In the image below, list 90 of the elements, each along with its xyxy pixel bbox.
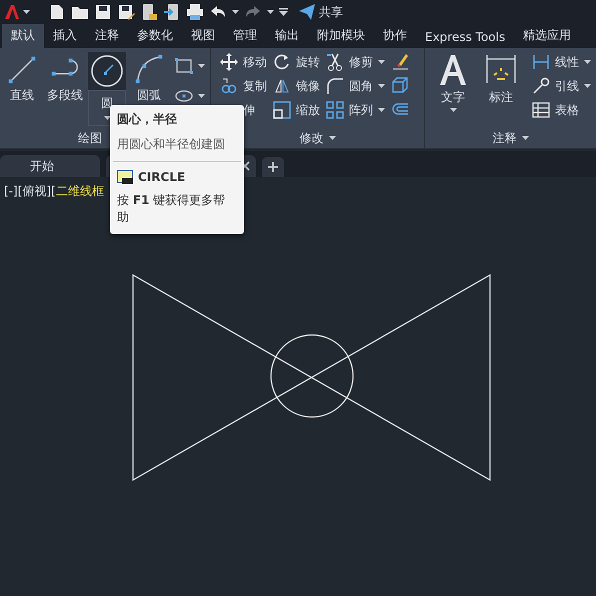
ribbon-tab[interactable]: 附加模块 — [308, 24, 374, 48]
plus-icon — [268, 162, 278, 172]
rotate-icon[interactable] — [273, 53, 291, 71]
ribbon-tab[interactable]: 注释 — [86, 24, 128, 48]
tool-label[interactable]: 多段线 — [47, 87, 83, 104]
app-logo[interactable] — [4, 4, 20, 20]
caret-icon — [378, 60, 385, 64]
caret-icon — [328, 136, 336, 140]
tooltip-description: 用圆心和半径创建圆 — [117, 136, 226, 153]
caret-icon — [198, 94, 205, 98]
table-icon — [532, 102, 550, 118]
rectangle-icon[interactable] — [175, 58, 193, 74]
caret-icon — [584, 84, 591, 88]
tool-label[interactable]: 缩放 — [296, 102, 320, 118]
new-file-icon[interactable] — [48, 3, 66, 21]
panel-title[interactable]: 修改 — [300, 130, 324, 146]
tool-label[interactable]: 修剪 — [349, 54, 373, 70]
table-icon[interactable] — [532, 101, 550, 119]
ribbon-tab[interactable]: 默认 — [2, 24, 44, 48]
leader-icon — [533, 78, 550, 94]
scissors-icon[interactable] — [326, 53, 344, 71]
paper-plane-icon[interactable] — [298, 3, 316, 21]
caret-icon — [522, 136, 528, 140]
scissors-icon — [327, 53, 342, 71]
arc-icon — [136, 54, 162, 84]
fillet-icon[interactable] — [326, 77, 344, 95]
polyline-icon — [52, 58, 78, 76]
dimension-linear-icon — [533, 54, 549, 70]
tool-label[interactable]: 伸 — [243, 102, 255, 118]
printer-icon[interactable] — [186, 3, 204, 21]
ribbon-tab[interactable]: 输出 — [266, 24, 308, 48]
rotate-icon — [274, 54, 289, 70]
tool-label[interactable]: 圆 — [101, 95, 113, 112]
ribbon-tab[interactable]: Express Tools — [416, 27, 514, 48]
viewport-controls[interactable]: [-][俯视][ — [4, 183, 56, 200]
copy-icon — [222, 78, 236, 94]
file-tab[interactable]: 开始 — [0, 155, 100, 177]
tool-label[interactable]: 直线 — [10, 87, 34, 104]
command-name: CIRCLE — [138, 170, 186, 184]
ellipse-icon[interactable] — [175, 90, 193, 102]
tool-label[interactable]: 引线 — [555, 78, 579, 94]
copy-icon[interactable] — [220, 77, 238, 95]
ribbon-tab[interactable]: 插入 — [44, 24, 86, 48]
tablet-folder-icon[interactable] — [140, 3, 158, 21]
leader-icon[interactable] — [532, 77, 550, 95]
panel-title[interactable]: 注释 — [492, 130, 516, 146]
share-label[interactable]: 共享 — [319, 4, 343, 20]
ribbon-tab[interactable]: 管理 — [224, 24, 266, 48]
caret-icon — [198, 64, 205, 68]
tool-label[interactable]: 阵列 — [349, 102, 373, 118]
command-icon — [117, 170, 133, 184]
save-as-icon[interactable] — [117, 3, 135, 21]
tool-label[interactable]: 旋转 — [296, 54, 320, 70]
tool-label[interactable]: 复制 — [243, 78, 267, 94]
tool-label[interactable]: 表格 — [555, 102, 579, 118]
caret-icon — [232, 10, 239, 14]
new-tab-button[interactable] — [262, 157, 284, 177]
visual-style-label[interactable]: 二维线框 — [56, 183, 104, 200]
tablet-upload-icon[interactable] — [163, 3, 181, 21]
caret-icon — [104, 116, 110, 120]
caret-icon — [450, 108, 456, 112]
caret-icon — [378, 84, 385, 88]
customize-icon[interactable] — [279, 8, 288, 16]
tool-label[interactable]: 镜像 — [296, 78, 320, 94]
circle-icon — [91, 55, 123, 87]
mirror-icon[interactable] — [273, 77, 291, 95]
caret-icon — [584, 60, 591, 64]
caret-icon — [267, 10, 274, 14]
letter-icon[interactable] — [438, 53, 468, 87]
ribbon-tab[interactable]: 协作 — [374, 24, 416, 48]
dimension-linear-icon[interactable] — [532, 53, 550, 71]
ribbon-tab[interactable]: 参数化 — [128, 24, 182, 48]
tool-label[interactable]: 文字 — [441, 89, 465, 106]
save-icon[interactable] — [94, 3, 112, 21]
tool-label[interactable]: 圆弧 — [137, 87, 161, 104]
tooltip-help: 按 F1 键获得更多帮助 — [117, 192, 226, 226]
panel-title[interactable]: 绘图 — [78, 130, 102, 146]
fillet-icon — [327, 78, 343, 94]
eraser-icon[interactable] — [391, 52, 409, 72]
line-icon — [8, 56, 36, 84]
ribbon-tab[interactable]: 精选应用 — [514, 24, 580, 48]
tooltip-title: 圆心，半径 — [117, 111, 178, 128]
tool-label[interactable]: 标注 — [489, 89, 513, 106]
ribbon-tab[interactable]: 视图 — [182, 24, 224, 48]
caret-icon — [378, 108, 385, 112]
caret-icon — [23, 10, 30, 14]
tool-label[interactable]: 线性 — [555, 54, 579, 70]
mirror-icon — [275, 80, 289, 92]
tool-label[interactable]: 圆角 — [349, 78, 373, 94]
tool-label[interactable]: 移动 — [243, 54, 267, 70]
